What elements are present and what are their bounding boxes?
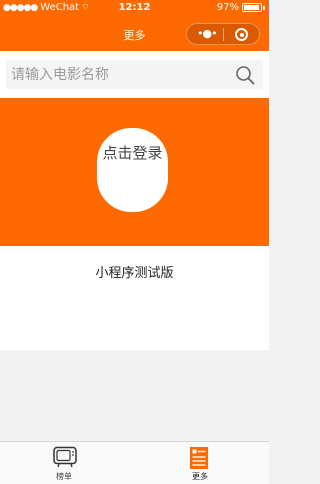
close-mini-program-icon[interactable] — [235, 28, 248, 41]
search-icon[interactable] — [235, 65, 255, 85]
more-list-icon — [190, 447, 208, 469]
version-section: 小程序测试版 — [0, 246, 269, 350]
search-box — [6, 60, 263, 89]
tab-more-label: 更多 — [192, 472, 208, 481]
version-label: 小程序测试版 — [95, 266, 174, 281]
nav-bar: 更多 •●• — [0, 17, 269, 51]
tab-bar: 榜单 更多 — [0, 441, 269, 484]
tab-more[interactable]: 更多 — [175, 442, 225, 484]
capsule-divider — [223, 28, 224, 41]
tab-rank[interactable]: 榜单 — [39, 442, 89, 484]
battery-icon — [242, 3, 262, 12]
search-input[interactable] — [11, 60, 226, 89]
battery-info: 97% — [217, 2, 265, 13]
battery-tip — [263, 5, 265, 10]
search-bar — [0, 51, 269, 98]
login-button[interactable]: 点击登录 — [97, 128, 168, 212]
profile-banner: 点击登录 — [0, 98, 269, 246]
tab-rank-label: 榜单 — [56, 472, 72, 481]
capsule-menu: •●• — [186, 23, 260, 45]
tv-icon — [53, 446, 77, 468]
battery-percent: 97% — [216, 2, 239, 13]
more-dots-icon[interactable]: •●• — [197, 28, 218, 39]
status-bar: ●●●●● WeChat ⌔ 12:12 97% — [0, 0, 269, 17]
